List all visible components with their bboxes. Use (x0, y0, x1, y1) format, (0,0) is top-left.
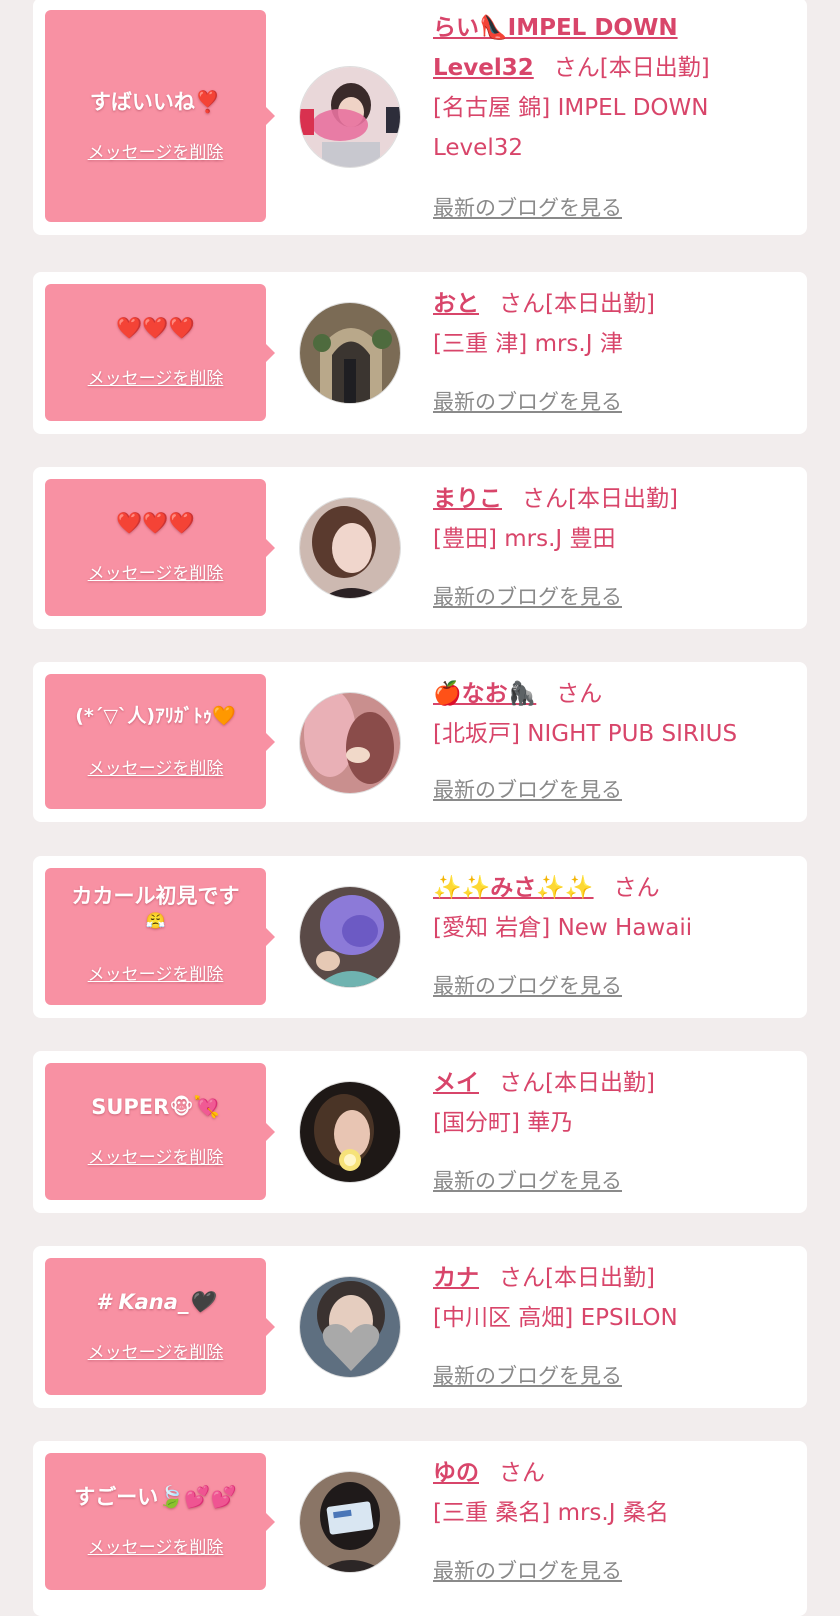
cast-name-link[interactable]: メイ (433, 1070, 479, 1096)
list-item: ❤️❤️❤️ メッセージを削除 おと さん[本日出勤] [三重 津] mrs.J … (33, 272, 807, 434)
attendance-status: さん (556, 681, 603, 707)
avatar-image (300, 303, 400, 403)
shop-name-continued: Level32 (433, 135, 523, 161)
avatar[interactable] (299, 497, 401, 599)
message-list: すばいいね❣️ メッセージを削除 らい👠IMPEL DOWN Level32 さん… (0, 0, 840, 1616)
message-bubble: カカール初見です 😤 メッセージを削除 (45, 868, 275, 1005)
shop-name: [三重 桑名] mrs.J 桑名 (433, 1500, 669, 1526)
message-bubble: (*´▽`人)ｱﾘｶﾞﾄｩ🧡 メッセージを削除 (45, 674, 275, 809)
list-item: すごーい🍃💕💕 メッセージを削除 ゆの さん [三重 桑名] mrs.J 桑名 最… (33, 1441, 807, 1616)
message-bubble: # Kana_🖤 メッセージを削除 (45, 1258, 275, 1395)
latest-blog-link[interactable]: 最新のブログを見る (433, 192, 622, 222)
list-item: # Kana_🖤 メッセージを削除 カナ さん[本日出勤] [中川区 高畑] EP… (33, 1246, 807, 1408)
shop-name: [三重 津] mrs.J 津 (433, 331, 623, 357)
message-bubble: ❤️❤️❤️ メッセージを削除 (45, 284, 275, 421)
avatar[interactable] (299, 302, 401, 404)
avatar-image (300, 67, 400, 167)
attendance-status: さん[本日出勤] (499, 291, 655, 317)
list-item: SUPER🐵💘 メッセージを削除 メイ さん[本日出勤] [国分町] 華乃 最新の… (33, 1051, 807, 1213)
message-text: SUPER🐵💘 (91, 1095, 220, 1119)
avatar[interactable] (299, 1471, 401, 1573)
delete-message-button[interactable]: メッセージを削除 (45, 138, 266, 163)
attendance-status: さん[本日出勤] (499, 1070, 655, 1096)
cast-info: ✨✨みさ✨✨ さん [愛知 岩倉] New Hawaii (433, 868, 767, 948)
message-bubble: すごーい🍃💕💕 メッセージを削除 (45, 1453, 275, 1590)
cast-name-link[interactable]: まりこ (433, 486, 502, 512)
cast-info: おと さん[本日出勤] [三重 津] mrs.J 津 (433, 284, 767, 364)
cast-name-link[interactable]: 🍎なお🦍 (433, 681, 536, 707)
cast-info: メイ さん[本日出勤] [国分町] 華乃 (433, 1063, 767, 1143)
avatar-image (300, 1277, 400, 1377)
avatar-image (300, 693, 400, 793)
attendance-status: さん[本日出勤] (499, 1265, 655, 1291)
latest-blog-link[interactable]: 最新のブログを見る (433, 386, 622, 416)
delete-message-button[interactable]: メッセージを削除 (45, 1533, 266, 1558)
latest-blog-link[interactable]: 最新のブログを見る (433, 1360, 622, 1390)
latest-blog-link[interactable]: 最新のブログを見る (433, 970, 622, 1000)
avatar[interactable] (299, 66, 401, 168)
delete-message-button[interactable]: メッセージを削除 (45, 559, 266, 584)
cast-name-link[interactable]: おと (433, 291, 479, 317)
attendance-status: さん[本日出勤] (553, 55, 710, 81)
cast-info: カナ さん[本日出勤] [中川区 高畑] EPSILON (433, 1258, 767, 1338)
delete-message-button[interactable]: メッセージを削除 (45, 364, 266, 389)
cast-info: 🍎なお🦍 さん [北坂戸] NIGHT PUB SIRIUS (433, 674, 767, 754)
avatar-image (300, 887, 400, 987)
shop-name: [国分町] 華乃 (433, 1110, 574, 1136)
message-text: カカール初見です (71, 884, 240, 908)
delete-message-button[interactable]: メッセージを削除 (45, 1143, 266, 1168)
shop-name: [中川区 高畑] EPSILON (433, 1305, 678, 1331)
message-emoji: 😤 (145, 911, 166, 930)
message-text: # Kana_🖤 (96, 1290, 215, 1314)
shop-name: [豊田] mrs.J 豊田 (433, 526, 616, 552)
cast-name-link[interactable]: ✨✨みさ✨✨ (433, 875, 594, 901)
cast-info: まりこ さん[本日出勤] [豊田] mrs.J 豊田 (433, 479, 767, 559)
cast-name-link[interactable]: ゆの (433, 1460, 479, 1486)
list-item: カカール初見です 😤 メッセージを削除 ✨✨みさ✨✨ さん [愛知 岩倉] New… (33, 856, 807, 1018)
latest-blog-link[interactable]: 最新のブログを見る (433, 774, 622, 804)
message-text: すばいいね❣️ (89, 90, 222, 114)
message-bubble: ❤️❤️❤️ メッセージを削除 (45, 479, 275, 616)
latest-blog-link[interactable]: 最新のブログを見る (433, 581, 622, 611)
avatar[interactable] (299, 692, 401, 794)
cast-name-link[interactable]: らい👠IMPEL DOWN (433, 15, 678, 41)
avatar-image (300, 1472, 400, 1572)
attendance-status: さん[本日出勤] (522, 486, 678, 512)
avatar[interactable] (299, 1276, 401, 1378)
delete-message-button[interactable]: メッセージを削除 (45, 754, 266, 779)
cast-name-link[interactable]: カナ (433, 1265, 479, 1291)
message-bubble: SUPER🐵💘 メッセージを削除 (45, 1063, 275, 1200)
attendance-status: さん (613, 875, 660, 901)
avatar-image (300, 1082, 400, 1182)
message-text: (*´▽`人)ｱﾘｶﾞﾄｩ🧡 (75, 705, 236, 727)
cast-info: ゆの さん [三重 桑名] mrs.J 桑名 (433, 1453, 767, 1533)
attendance-status: さん (499, 1460, 545, 1486)
list-item: すばいいね❣️ メッセージを削除 らい👠IMPEL DOWN Level32 さん… (33, 0, 807, 235)
delete-message-button[interactable]: メッセージを削除 (45, 960, 266, 985)
latest-blog-link[interactable]: 最新のブログを見る (433, 1165, 622, 1195)
avatar-image (300, 498, 400, 598)
shop-name: [北坂戸] NIGHT PUB SIRIUS (433, 721, 738, 747)
message-text: ❤️❤️❤️ (116, 511, 195, 535)
cast-name-link-continued[interactable]: Level32 (433, 55, 534, 81)
message-bubble: すばいいね❣️ メッセージを削除 (45, 10, 275, 222)
shop-name: [名古屋 錦] IMPEL DOWN (433, 95, 709, 121)
avatar[interactable] (299, 886, 401, 988)
latest-blog-link[interactable]: 最新のブログを見る (433, 1555, 622, 1585)
avatar[interactable] (299, 1081, 401, 1183)
list-item: (*´▽`人)ｱﾘｶﾞﾄｩ🧡 メッセージを削除 🍎なお🦍 さん [北坂戸] NIG… (33, 662, 807, 822)
delete-message-button[interactable]: メッセージを削除 (45, 1338, 266, 1363)
list-item: ❤️❤️❤️ メッセージを削除 まりこ さん[本日出勤] [豊田] mrs.J 豊… (33, 467, 807, 629)
shop-name: [愛知 岩倉] New Hawaii (433, 915, 693, 941)
cast-info: らい👠IMPEL DOWN Level32 さん[本日出勤] [名古屋 錦] IM… (433, 8, 767, 168)
message-text: すごーい🍃💕💕 (74, 1485, 237, 1509)
message-text: ❤️❤️❤️ (116, 316, 195, 340)
